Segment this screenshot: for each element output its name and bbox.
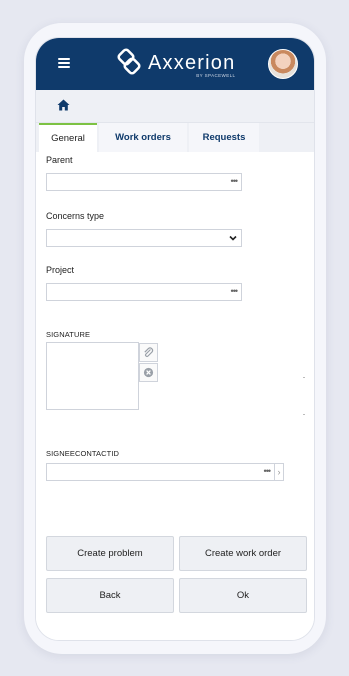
axxerion-logo: Axxerion BY SPACEWELL: [114, 48, 235, 78]
signee-contact-field[interactable]: •••: [46, 463, 275, 481]
concerns-type-label: Concerns type: [46, 211, 105, 221]
attach-signature-button[interactable]: [139, 343, 158, 362]
brand-sub: BY SPACEWELL: [196, 73, 236, 78]
signature-pad[interactable]: [46, 342, 139, 410]
signature-label: SIGNATURE: [46, 330, 91, 339]
parent-lookup-icon[interactable]: •••: [231, 176, 239, 186]
clear-signature-button[interactable]: [139, 363, 158, 382]
create-problem-button[interactable]: Create problem: [46, 536, 174, 571]
home-icon[interactable]: [57, 99, 70, 111]
avatar[interactable]: [268, 49, 298, 79]
parent-field[interactable]: •••: [46, 173, 242, 191]
concerns-type-select[interactable]: [46, 229, 242, 247]
app-header: Axxerion BY SPACEWELL: [36, 38, 314, 90]
tab-bar: General Work orders Requests: [36, 123, 314, 152]
tab-general[interactable]: General: [39, 123, 97, 152]
project-label: Project: [46, 265, 75, 275]
breadcrumb: [36, 90, 314, 123]
create-work-order-button[interactable]: Create work order: [179, 536, 307, 571]
attach-icon: [144, 347, 154, 357]
signee-next-button[interactable]: ›: [275, 463, 284, 481]
menu-icon[interactable]: [58, 58, 70, 68]
signee-lookup-icon[interactable]: •••: [264, 466, 272, 476]
resize-tick: [303, 414, 305, 415]
form-content: Parent ••• Concerns type Project ••• SIG…: [36, 152, 314, 640]
logo-mark-icon: [117, 48, 141, 75]
logo-text: Axxerion BY SPACEWELL: [148, 52, 236, 78]
tab-requests[interactable]: Requests: [189, 123, 259, 152]
brand-name: Axxerion: [148, 52, 236, 74]
back-button[interactable]: Back: [46, 578, 174, 613]
ok-button[interactable]: Ok: [179, 578, 307, 613]
clear-icon: [143, 367, 154, 378]
project-lookup-icon[interactable]: •••: [231, 286, 239, 296]
project-field[interactable]: •••: [46, 283, 242, 301]
chevron-down-icon: [229, 235, 237, 241]
signee-contact-label: SIGNEECONTACTID: [46, 449, 120, 458]
tab-work-orders[interactable]: Work orders: [99, 123, 187, 152]
resize-tick: [303, 377, 305, 378]
parent-label: Parent: [46, 155, 73, 165]
app-screen: Axxerion BY SPACEWELL General Work order…: [35, 37, 315, 641]
